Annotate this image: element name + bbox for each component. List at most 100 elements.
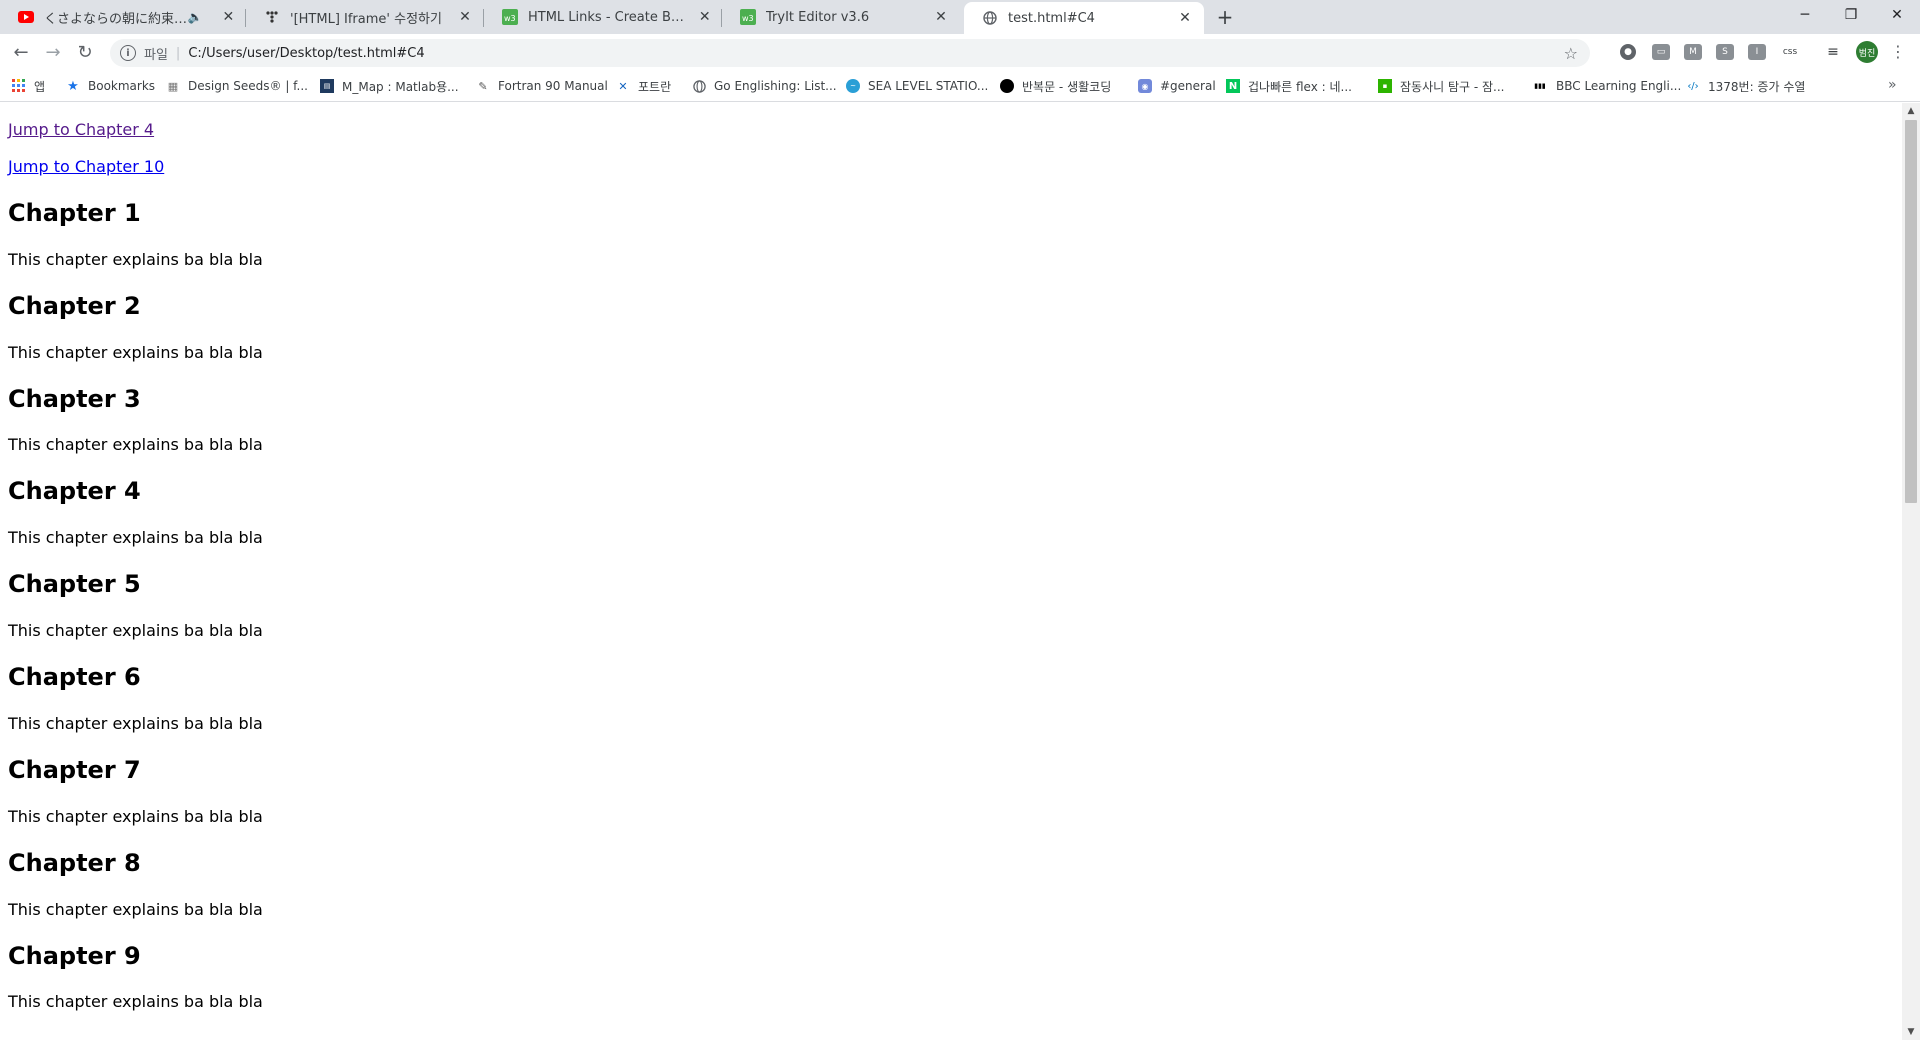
- tab-strip: くさよならの朝に約束の花を 🔈 ✕ '[HTML] Iframe' 수정하기 ✕…: [0, 0, 1920, 34]
- bookmark-label: 포트란: [638, 79, 672, 94]
- discord-icon: ◉: [1138, 79, 1152, 93]
- profile-avatar[interactable]: 범진: [1856, 41, 1878, 63]
- extension-i-icon[interactable]: I: [1748, 44, 1766, 60]
- chapter-text: This chapter explains ba bla bla: [8, 435, 263, 454]
- minimize-button[interactable]: ─: [1782, 0, 1828, 30]
- bookmark-label: Fortran 90 Manual: [498, 79, 608, 93]
- tab-title: HTML Links - Create Bookmark: [528, 9, 689, 25]
- scroll-down-arrow-icon[interactable]: ▼: [1902, 1024, 1920, 1040]
- chapter-heading: Chapter 1: [8, 199, 141, 227]
- designseeds-icon: ▦: [167, 79, 179, 93]
- bookmark-label: SEA LEVEL STATIO...: [868, 79, 989, 93]
- bookmark-label: Go Englishing: List...: [714, 79, 837, 93]
- chapter-text: This chapter explains ba bla bla: [8, 992, 263, 1011]
- extension-s-icon[interactable]: S: [1716, 44, 1734, 60]
- close-tab-icon[interactable]: ✕: [456, 8, 474, 26]
- bookmark-star-icon[interactable]: ☆: [1564, 44, 1578, 63]
- code-icon: ‹/›: [1687, 80, 1699, 92]
- close-tab-icon[interactable]: ✕: [221, 8, 236, 26]
- chapter-heading: Chapter 6: [8, 663, 141, 691]
- bookmark-bbc-learning[interactable]: ▮▮▮ BBC Learning Engli...: [1532, 76, 1681, 96]
- bookmark-label: Design Seeds® | f...: [188, 79, 308, 93]
- file-scheme-label: 파일: [144, 47, 168, 63]
- tab-title: TryIt Editor v3.6: [766, 9, 870, 25]
- bookmark-bookmarks[interactable]: ★ Bookmarks: [66, 76, 155, 96]
- sea-level-icon: ~: [846, 79, 860, 93]
- extension-circle-icon[interactable]: ●: [1620, 44, 1636, 60]
- chapter-heading: Chapter 2: [8, 292, 141, 320]
- extension-css-icon[interactable]: css: [1778, 44, 1802, 60]
- bookmark-label: BBC Learning Engli...: [1556, 79, 1682, 93]
- cross-icon: ✕: [618, 79, 628, 93]
- bookmark-m-map[interactable]: ▤ M_Map : Matlab용...: [320, 76, 459, 96]
- link-jump-chapter-10[interactable]: Jump to Chapter 10: [8, 157, 164, 176]
- chapter-text: This chapter explains ba bla bla: [8, 621, 263, 640]
- tab-title: '[HTML] Iframe' 수정하기: [290, 11, 442, 27]
- bookmark-opentutorials[interactable]: 반복문 - 생활코딩: [1000, 76, 1111, 96]
- reload-icon[interactable]: ↻: [73, 40, 97, 64]
- bookmark-label: 반복문 - 생활코딩: [1022, 79, 1112, 94]
- svg-text:w3: w3: [504, 14, 516, 23]
- youtube-icon: [18, 9, 34, 25]
- extension-screen-icon[interactable]: ▭: [1652, 44, 1670, 60]
- chapter-heading: Chapter 5: [8, 570, 141, 598]
- extension-m-icon[interactable]: M: [1684, 44, 1702, 60]
- bookmark-fortran-manual[interactable]: ✎ Fortran 90 Manual: [476, 76, 608, 96]
- bookmark-flex-naver[interactable]: N 겁나빠른 flex : 네...: [1226, 76, 1352, 96]
- bookmark-label: #general: [1160, 79, 1216, 93]
- map-icon: ▤: [320, 79, 334, 93]
- vertical-scrollbar[interactable]: ▲ ▼: [1902, 103, 1920, 1040]
- chapter-text: This chapter explains ba bla bla: [8, 714, 263, 733]
- chapter-heading: Chapter 3: [8, 385, 141, 413]
- chapter-heading: Chapter 8: [8, 849, 141, 877]
- more-bookmarks-icon[interactable]: »: [1888, 77, 1897, 93]
- tab-iframe-edit[interactable]: '[HTML] Iframe' 수정하기 ✕: [246, 0, 484, 34]
- chapter-heading: Chapter 9: [8, 942, 141, 970]
- address-bar[interactable]: i 파일 | C:/Users/user/Desktop/test.html#C…: [110, 39, 1590, 67]
- kebab-menu-icon[interactable]: ⋮: [1890, 42, 1906, 61]
- restore-button[interactable]: ❐: [1828, 0, 1874, 30]
- black-circle-icon: [1000, 79, 1014, 93]
- bookmark-sea-level[interactable]: ~ SEA LEVEL STATIO...: [846, 76, 988, 96]
- bookmark-japdongsani[interactable]: ▪ 잠동사니 탐구 - 잠...: [1378, 76, 1505, 96]
- scrollbar-thumb[interactable]: [1905, 120, 1917, 503]
- chapter-text: This chapter explains ba bla bla: [8, 900, 263, 919]
- bookmark-label: 앱: [34, 79, 46, 94]
- scroll-up-arrow-icon[interactable]: ▲: [1902, 103, 1920, 119]
- bbc-icon: ▮▮▮: [1534, 82, 1546, 90]
- media-playlist-icon[interactable]: ≡: [1824, 44, 1842, 60]
- bookmark-apps[interactable]: 앱: [12, 76, 45, 96]
- back-arrow-icon[interactable]: ←: [9, 40, 33, 64]
- bookmark-discord-general[interactable]: ◉ #general: [1138, 76, 1216, 96]
- tab-youtube[interactable]: くさよならの朝に約束の花を 🔈 ✕: [0, 0, 246, 34]
- bookmark-label: M_Map : Matlab용...: [342, 79, 459, 94]
- tab-test-html-active[interactable]: test.html#C4 ✕: [964, 2, 1204, 34]
- mute-icon[interactable]: 🔈: [188, 10, 203, 24]
- forward-arrow-icon[interactable]: →: [41, 40, 65, 64]
- info-icon[interactable]: i: [120, 45, 136, 61]
- bookmark-design-seeds[interactable]: ▦ Design Seeds® | f...: [166, 76, 308, 96]
- close-tab-icon[interactable]: ✕: [932, 8, 950, 26]
- tab-title: くさよならの朝に約束の花を: [44, 11, 188, 27]
- globe-icon: [692, 79, 706, 93]
- w3schools-icon: w3: [740, 9, 756, 25]
- url-text[interactable]: C:/Users/user/Desktop/test.html#C4: [188, 46, 1563, 61]
- bookmark-fortran-kr[interactable]: ✕ 포트란: [616, 76, 671, 96]
- bookmark-label: 잠동사니 탐구 - 잠...: [1400, 79, 1505, 94]
- tab-html-links[interactable]: w3 HTML Links - Create Bookmark ✕: [484, 0, 722, 34]
- chapter-text: This chapter explains ba bla bla: [8, 250, 263, 269]
- apps-grid-icon: [12, 79, 26, 93]
- page-content: Jump to Chapter 4 Jump to Chapter 10 Cha…: [0, 103, 1902, 1040]
- close-tab-icon[interactable]: ✕: [1176, 9, 1194, 27]
- chapter-heading: Chapter 7: [8, 756, 141, 784]
- tab-tryit-editor[interactable]: w3 TryIt Editor v3.6 ✕: [722, 0, 960, 34]
- new-tab-button[interactable]: +: [1212, 5, 1238, 29]
- close-window-button[interactable]: ✕: [1874, 0, 1920, 30]
- chapter-text: This chapter explains ba bla bla: [8, 343, 263, 362]
- bookmark-go-englishing[interactable]: Go Englishing: List...: [692, 76, 837, 96]
- w3schools-icon: w3: [502, 9, 518, 25]
- link-jump-chapter-4[interactable]: Jump to Chapter 4: [8, 120, 154, 139]
- bookmark-baekjoon-1378[interactable]: ‹/› 1378번: 증가 수열: [1686, 76, 1805, 96]
- close-tab-icon[interactable]: ✕: [697, 8, 712, 26]
- naver-icon: N: [1226, 79, 1240, 93]
